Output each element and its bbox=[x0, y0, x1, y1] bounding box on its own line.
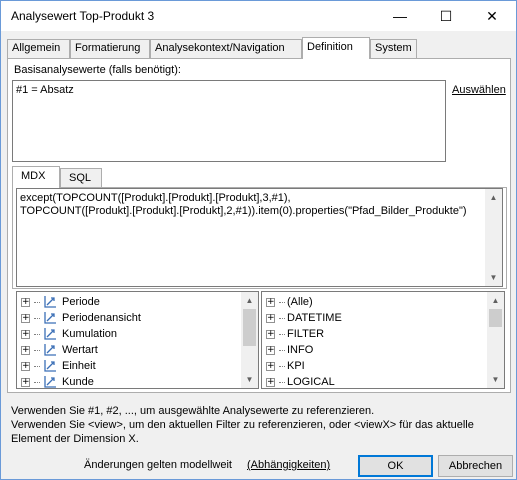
mdx-line-1: except(TOPCOUNT([Produkt].[Produkt].[Pro… bbox=[20, 192, 291, 204]
definition-panel: Basisanalysewerte (falls benötigt): #1 =… bbox=[7, 58, 511, 393]
hint-line-1: Verwenden Sie #1, #2, ..., um ausgewählt… bbox=[11, 405, 375, 417]
hint-line-3: Element der Dimension X. bbox=[11, 433, 139, 445]
tree-item-kunde[interactable]: + Kunde bbox=[21, 374, 94, 390]
minimize-button[interactable]: — bbox=[377, 1, 423, 31]
title-bar: Analysewert Top-Produkt 3 — ☐ ✕ bbox=[1, 1, 516, 31]
function-tree-scrollbar[interactable]: ▲ ▼ bbox=[487, 292, 504, 388]
dimension-icon bbox=[42, 326, 58, 342]
scroll-down-arrow-icon[interactable]: ▼ bbox=[485, 269, 502, 286]
tab-definition[interactable]: Definition bbox=[302, 37, 370, 59]
expand-plus-icon[interactable]: + bbox=[266, 297, 275, 307]
subtab-sql[interactable]: SQL bbox=[60, 168, 102, 188]
tree-item-label: Kunde bbox=[62, 376, 94, 388]
tree-item-wertart[interactable]: + Wertart bbox=[21, 342, 98, 358]
scroll-down-arrow-icon[interactable]: ▼ bbox=[241, 371, 258, 388]
dialog-window: Analysewert Top-Produkt 3 — ☐ ✕ Allgemei… bbox=[0, 0, 517, 480]
mdx-area: except(TOPCOUNT([Produkt].[Produkt].[Pro… bbox=[12, 187, 507, 289]
tree-item-einheit[interactable]: + Einheit bbox=[21, 358, 96, 374]
expand-plus-icon[interactable]: + bbox=[266, 345, 275, 355]
tree-item-label: DATETIME bbox=[287, 312, 342, 324]
dimension-icon bbox=[42, 342, 58, 358]
dependencies-link[interactable]: (Abhängigkeiten) bbox=[247, 459, 330, 471]
tree-item-datetime[interactable]: + DATETIME bbox=[266, 310, 342, 326]
tab-analysekontext-navigation[interactable]: Analysekontext/Navigation bbox=[150, 39, 302, 58]
dimension-icon bbox=[42, 358, 58, 374]
tree-item-label: Periodenansicht bbox=[62, 312, 141, 324]
tree-item-kpi[interactable]: + KPI bbox=[266, 358, 305, 374]
tab-formatierung[interactable]: Formatierung bbox=[70, 39, 150, 58]
tree-item-kumulation[interactable]: + Kumulation bbox=[21, 326, 117, 342]
tree-item-label: FILTER bbox=[287, 328, 325, 340]
scroll-up-arrow-icon[interactable]: ▲ bbox=[485, 189, 502, 206]
tree-item-label: Periode bbox=[62, 296, 100, 308]
expand-plus-icon[interactable]: + bbox=[21, 377, 30, 387]
tree-item-label: KPI bbox=[287, 360, 305, 372]
mdx-line-2: TOPCOUNT([Produkt].[Produkt].[Produkt],2… bbox=[20, 205, 467, 217]
scroll-thumb[interactable] bbox=[243, 309, 256, 346]
tree-item-label: (Alle) bbox=[287, 296, 313, 308]
tree-item-label: Einheit bbox=[62, 360, 96, 372]
expand-plus-icon[interactable]: + bbox=[21, 345, 30, 355]
subtab-mdx[interactable]: MDX bbox=[12, 166, 60, 188]
window-title: Analysewert Top-Produkt 3 bbox=[11, 9, 155, 23]
dimension-icon bbox=[42, 294, 58, 310]
tree-item-info[interactable]: + INFO bbox=[266, 342, 313, 358]
expand-plus-icon[interactable]: + bbox=[21, 313, 30, 323]
tree-item-label: LOGICAL bbox=[287, 376, 335, 388]
maximize-button[interactable]: ☐ bbox=[423, 1, 469, 31]
scroll-up-arrow-icon[interactable]: ▲ bbox=[487, 292, 504, 309]
tree-item-periode[interactable]: + Periode bbox=[21, 294, 100, 310]
tree-item-label: Kumulation bbox=[62, 328, 118, 340]
tree-item-alle[interactable]: + (Alle) bbox=[266, 294, 313, 310]
ok-button[interactable]: OK bbox=[358, 455, 433, 477]
tab-system[interactable]: System bbox=[370, 39, 417, 58]
dimension-icon bbox=[42, 374, 58, 390]
function-tree: + (Alle) + DATETIME + FILTER + INFO + KP… bbox=[261, 291, 505, 389]
expand-plus-icon[interactable]: + bbox=[21, 297, 30, 307]
scroll-down-arrow-icon[interactable]: ▼ bbox=[487, 371, 504, 388]
cancel-button[interactable]: Abbrechen bbox=[438, 455, 513, 477]
tab-allgemein[interactable]: Allgemein bbox=[7, 39, 70, 58]
model-wide-note: Änderungen gelten modellweit bbox=[84, 459, 232, 471]
tree-item-filter[interactable]: + FILTER bbox=[266, 326, 324, 342]
tree-item-label: INFO bbox=[287, 344, 314, 356]
tree-item-label: Wertart bbox=[62, 344, 98, 356]
base-values-text: #1 = Absatz bbox=[16, 84, 74, 96]
scroll-thumb[interactable] bbox=[489, 309, 502, 327]
base-values-label: Basisanalysewerte (falls benötigt): bbox=[14, 64, 181, 76]
dimension-tree-scrollbar[interactable]: ▲ ▼ bbox=[241, 292, 258, 388]
expand-plus-icon[interactable]: + bbox=[266, 329, 275, 339]
base-values-field[interactable]: #1 = Absatz bbox=[12, 80, 446, 162]
mdx-editor[interactable]: except(TOPCOUNT([Produkt].[Produkt].[Pro… bbox=[16, 188, 503, 287]
mdx-scrollbar[interactable]: ▲ ▼ bbox=[485, 189, 502, 286]
select-link[interactable]: Auswählen bbox=[452, 84, 506, 96]
expand-plus-icon[interactable]: + bbox=[21, 329, 30, 339]
dimension-icon bbox=[42, 310, 58, 326]
tree-item-periodenansicht[interactable]: + Periodenansicht bbox=[21, 310, 141, 326]
scroll-up-arrow-icon[interactable]: ▲ bbox=[241, 292, 258, 309]
expand-plus-icon[interactable]: + bbox=[266, 377, 275, 387]
close-button[interactable]: ✕ bbox=[469, 1, 515, 31]
hint-line-2: Verwenden Sie <view>, um den aktuellen F… bbox=[11, 419, 474, 431]
expand-plus-icon[interactable]: + bbox=[266, 313, 275, 323]
tree-item-logical[interactable]: + LOGICAL bbox=[266, 374, 335, 390]
dimension-tree: + Periode + Periodenansicht + Kumulation… bbox=[16, 291, 259, 389]
expand-plus-icon[interactable]: + bbox=[21, 361, 30, 371]
expand-plus-icon[interactable]: + bbox=[266, 361, 275, 371]
